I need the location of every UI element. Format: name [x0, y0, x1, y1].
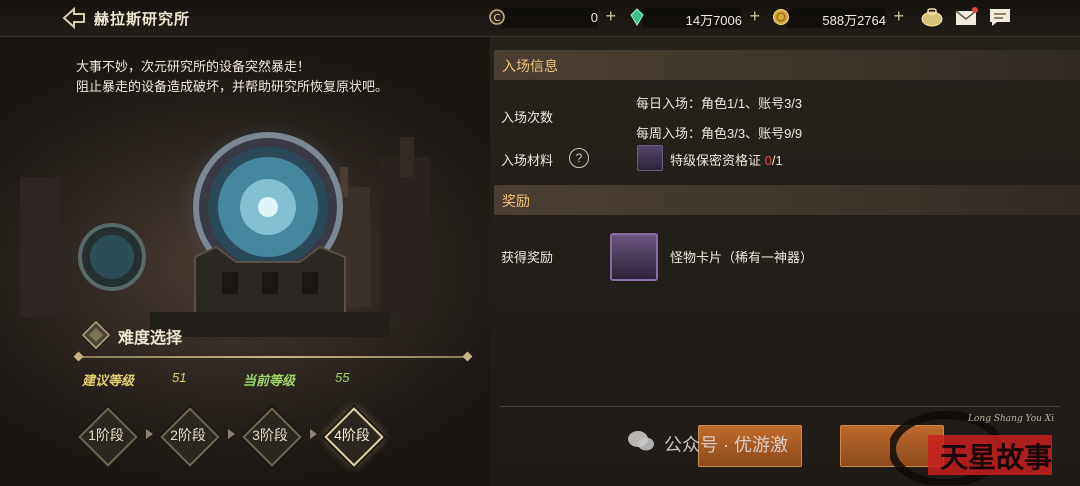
green-crystal-icon: [630, 8, 644, 26]
material-name: 特级保密资格证: [670, 153, 762, 168]
entry-count-label: 入场次数: [501, 110, 554, 125]
security-pass-icon[interactable]: [637, 145, 663, 171]
laboratory-portal-artwork: [20, 132, 430, 337]
material-text: 特级保密资格证 0/1: [670, 150, 783, 169]
currency-crystal: 14万7006 +: [628, 5, 762, 31]
help-icon[interactable]: ?: [569, 148, 589, 168]
rewards-header: 奖励: [494, 185, 1080, 215]
coin-value: 0: [590, 10, 598, 25]
stage-3-button[interactable]: 3阶段: [242, 407, 302, 467]
material-need-count: /1: [771, 153, 783, 168]
add-coin-button[interactable]: +: [605, 6, 616, 27]
monster-card-icon[interactable]: [610, 233, 658, 281]
watermark-text: 公众号 · 优游激: [664, 435, 788, 455]
bottom-divider: [500, 406, 1060, 407]
reward-label: 获得奖励: [501, 250, 554, 265]
gold-value: 588万2764: [822, 13, 886, 28]
recommended-level-value: 51: [172, 370, 187, 385]
back-arrow-icon[interactable]: [60, 6, 88, 30]
currency-coin: C 0 +: [488, 5, 618, 31]
mail-icon[interactable]: [954, 6, 978, 28]
seal-text: 天星故事: [940, 441, 1052, 474]
entry-info-header-label: 入场信息: [502, 58, 558, 74]
add-gold-button[interactable]: +: [893, 6, 904, 27]
current-level-value: 55: [335, 370, 350, 385]
info-panel: 入场信息 入场次数 每日入场：角色1/1、账号3/3 每周入场：角色3/3、账号…: [490, 37, 1080, 486]
rewards-header-label: 奖励: [502, 193, 530, 209]
coin-c-icon: C: [489, 9, 505, 25]
weekly-entry-text: 每周入场：角色3/3、账号9/9: [636, 126, 803, 141]
stage-3-label: 3阶段: [252, 427, 288, 443]
svg-text:C: C: [494, 13, 501, 24]
crystal-value: 14万7006: [685, 13, 742, 28]
page-title: 赫拉斯研究所: [94, 11, 191, 28]
daily-entry-text: 每日入场：角色1/1、账号3/3: [636, 96, 803, 111]
description-line-2: 阻止暴走的设备造成破坏，并帮助研究所恢复原状吧。: [76, 79, 389, 94]
description-line-1: 大事不妙，次元研究所的设备突然暴走！: [76, 59, 311, 74]
stage-1-button[interactable]: 1阶段: [78, 407, 138, 467]
difficulty-divider: [78, 356, 468, 358]
currency-gold: 588万2764 +: [772, 5, 906, 31]
difficulty-title: 难度选择: [118, 330, 183, 347]
seal-script: Long Shang You Xi: [967, 414, 1054, 424]
stage-4-button[interactable]: 4阶段: [324, 407, 384, 467]
stage-arrow-icon: [228, 429, 235, 439]
entry-info-header: 入场信息: [494, 50, 1080, 80]
stage-4-label: 4阶段: [334, 427, 370, 443]
entry-material-label: 入场材料: [501, 153, 554, 168]
wechat-logo-icon: [628, 431, 654, 451]
stage-arrow-icon: [310, 429, 317, 439]
dungeon-scene: 大事不妙，次元研究所的设备突然暴走！ 阻止暴走的设备造成破坏，并帮助研究所恢复原…: [0, 37, 490, 486]
reward-item-name: 怪物卡片（稀有一神器）: [670, 250, 814, 265]
chat-icon[interactable]: [988, 6, 1012, 28]
difficulty-diamond-icon: [82, 321, 110, 349]
material-have-count: 0: [764, 153, 772, 168]
stage-2-label: 2阶段: [170, 427, 206, 443]
seal-stamp-icon: 天星故事 Long Shang You Xi: [890, 411, 1054, 485]
recommended-level-label: 建议等级: [82, 373, 135, 388]
stage-1-label: 1阶段: [88, 427, 124, 443]
dungeon-description: 大事不妙，次元研究所的设备突然暴走！ 阻止暴走的设备造成破坏，并帮助研究所恢复原…: [76, 57, 388, 97]
add-crystal-button[interactable]: +: [749, 6, 760, 27]
current-level-label: 当前等级: [243, 373, 296, 388]
top-bar: 赫拉斯研究所 C 0 + 14万7006 + 588万2764 +: [0, 0, 1080, 37]
gold-coin-icon: [773, 9, 789, 25]
backpack-icon[interactable]: [920, 6, 944, 28]
stage-2-button[interactable]: 2阶段: [160, 407, 220, 467]
stage-arrow-icon: [146, 429, 153, 439]
